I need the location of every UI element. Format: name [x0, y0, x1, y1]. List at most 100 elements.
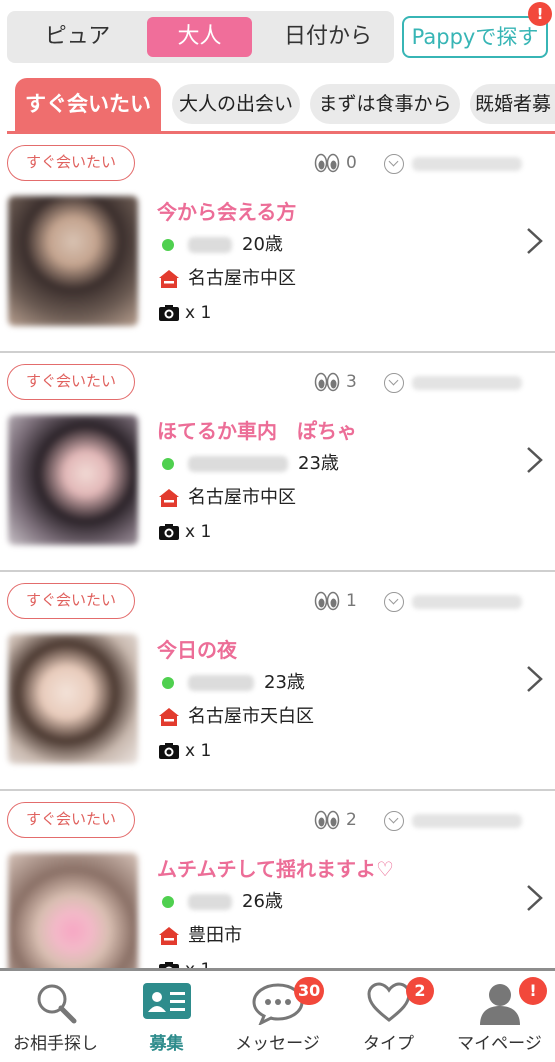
online-status-dot	[162, 677, 174, 689]
location-line: 名古屋市中区	[158, 266, 296, 292]
photo-count-line: x 1	[158, 957, 211, 968]
profile-photo[interactable]	[8, 415, 138, 545]
nav-label: タイプ	[363, 1034, 414, 1054]
age-line: 20歳	[162, 232, 283, 258]
segment-control: ピュア 大人 日付から	[7, 11, 394, 63]
age-line: 26歳	[162, 889, 283, 915]
post-title: 今から会える方	[157, 200, 297, 224]
chevron-circle-icon	[384, 372, 404, 393]
location-line: 豊田市	[158, 923, 242, 949]
segment-by-date[interactable]: 日付から	[269, 17, 387, 57]
blurred-nickname	[188, 237, 232, 253]
nav-recruit[interactable]: 募集	[111, 971, 222, 1062]
view-count-value: 3	[346, 372, 357, 392]
eyes-icon	[314, 810, 340, 830]
nav-mypage[interactable]: ! マイページ	[444, 971, 555, 1062]
nav-messages[interactable]: 30 メッセージ	[222, 971, 333, 1062]
view-count-value: 1	[346, 591, 357, 611]
location-text: 豊田市	[188, 925, 242, 946]
blurred-nickname	[188, 675, 254, 691]
photo-count: x 1	[185, 522, 212, 542]
blurred-timestamp	[412, 594, 522, 609]
nav-label: お相手探し	[13, 1034, 98, 1054]
user-silhouette-icon	[479, 984, 520, 1025]
post-tag: すぐ会いたい	[7, 583, 135, 619]
chevron-circle-icon	[384, 153, 404, 174]
camera-icon	[159, 962, 179, 968]
heart-icon	[366, 982, 411, 1022]
chevron-right-icon[interactable]	[524, 226, 546, 256]
profile-photo[interactable]	[8, 853, 138, 968]
age-line: 23歳	[162, 670, 305, 696]
nav-label: 募集	[149, 1034, 184, 1054]
top-filter-bar: ピュア 大人 日付から Pappyで探す !	[0, 0, 555, 72]
location-text: 名古屋市中区	[188, 268, 296, 289]
chevron-circle-icon	[384, 591, 404, 612]
post-item[interactable]: すぐ会いたい 1 今日の夜 23歳 名古屋市天白区 x 1	[0, 572, 555, 791]
location-line: 名古屋市天白区	[158, 704, 314, 730]
photo-count-line: x 1	[158, 738, 211, 764]
segment-pure[interactable]: ピュア	[25, 17, 130, 57]
post-time	[384, 371, 522, 393]
view-count-value: 2	[346, 810, 357, 830]
chevron-circle-icon	[384, 810, 404, 831]
nav-partner-search[interactable]: お相手探し	[0, 971, 111, 1062]
profile-photo[interactable]	[8, 634, 138, 764]
view-count: 3	[314, 370, 357, 394]
chevron-right-icon[interactable]	[524, 445, 546, 475]
photo-count: x 1	[185, 741, 212, 761]
pappy-search-button[interactable]: Pappyで探す	[402, 16, 548, 58]
post-time	[384, 590, 522, 612]
photo-count: x 1	[185, 303, 212, 323]
age-text: 23歳	[298, 453, 339, 474]
bottom-navigation: お相手探し 募集 30 メッセージ 2 タイプ ! マイページ	[0, 968, 555, 1062]
location-text: 名古屋市天白区	[188, 706, 314, 727]
location-line: 名古屋市中区	[158, 485, 296, 511]
blurred-timestamp	[412, 156, 522, 171]
nav-type[interactable]: 2 タイプ	[333, 971, 444, 1062]
blurred-nickname	[188, 456, 288, 472]
view-count: 0	[314, 151, 357, 175]
category-tabs: 大人の出会い まずは食事から 既婚者募 すぐ会いたい	[0, 72, 555, 134]
online-status-dot	[162, 239, 174, 251]
view-count: 2	[314, 808, 357, 832]
mypage-alert-badge: !	[519, 977, 547, 1005]
age-text: 20歳	[242, 234, 283, 255]
blurred-timestamp	[412, 813, 522, 828]
tab-married[interactable]: 既婚者募	[470, 84, 555, 124]
age-line: 23歳	[162, 451, 339, 477]
home-icon	[159, 927, 179, 945]
view-count-value: 0	[346, 153, 357, 173]
camera-icon	[159, 524, 179, 540]
blurred-timestamp	[412, 375, 522, 390]
home-icon	[159, 708, 179, 726]
camera-icon	[159, 305, 179, 321]
tab-want-to-meet-now[interactable]: すぐ会いたい	[15, 78, 161, 131]
photo-count-line: x 1	[158, 519, 211, 545]
message-count-badge: 30	[294, 977, 325, 1005]
profile-photo[interactable]	[8, 196, 138, 326]
post-time	[384, 152, 522, 174]
nav-label: メッセージ	[235, 1034, 320, 1054]
tab-adult-meeting[interactable]: 大人の出会い	[172, 84, 300, 124]
home-icon	[159, 489, 179, 507]
post-item[interactable]: すぐ会いたい 0 今から会える方 20歳 名古屋市中区 x 1	[0, 134, 555, 353]
magnifier-icon	[37, 984, 76, 1024]
post-item[interactable]: すぐ会いたい 3 ほてるか車内 ぽちゃ 23歳 名古屋市中区 x 1	[0, 353, 555, 572]
eyes-icon	[314, 153, 340, 173]
location-text: 名古屋市中区	[188, 487, 296, 508]
online-status-dot	[162, 896, 174, 908]
segment-adult[interactable]: 大人	[147, 17, 252, 57]
post-time	[384, 809, 522, 831]
age-text: 23歳	[264, 672, 305, 693]
post-title: 今日の夜	[157, 638, 237, 662]
photo-count-line: x 1	[158, 300, 211, 326]
post-title: ムチムチして揺れますよ♡	[157, 857, 394, 881]
chevron-right-icon[interactable]	[524, 883, 546, 913]
tab-dinner-first[interactable]: まずは食事から	[310, 84, 460, 124]
post-title: ほてるか車内 ぽちゃ	[157, 419, 357, 443]
chevron-right-icon[interactable]	[524, 664, 546, 694]
view-count: 1	[314, 589, 357, 613]
post-item[interactable]: すぐ会いたい 2 ムチムチして揺れますよ♡ 26歳 豊田市 x 1	[0, 791, 555, 968]
type-count-badge: 2	[406, 977, 434, 1005]
